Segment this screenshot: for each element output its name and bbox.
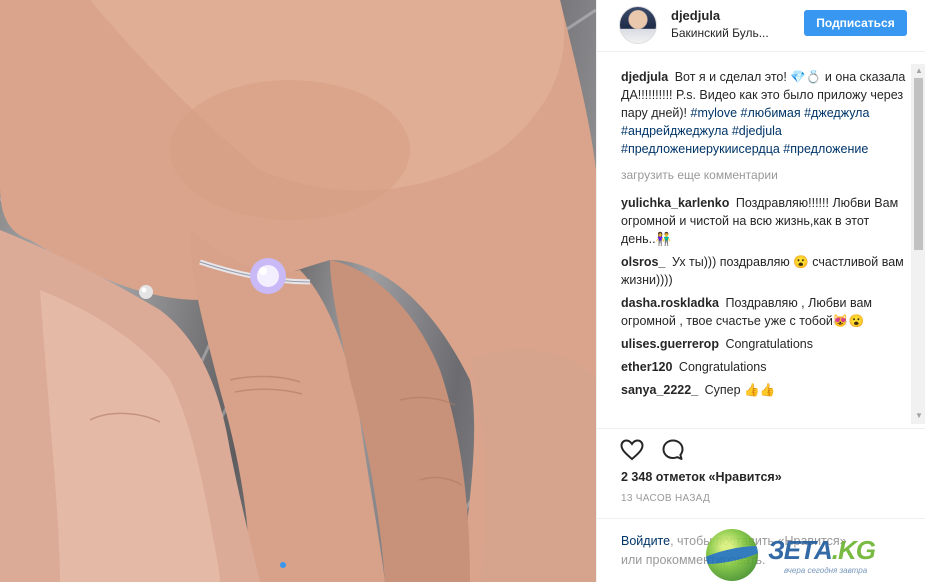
- comment-username[interactable]: sanya_2222_: [621, 383, 698, 397]
- comment-username[interactable]: yulichka_karlenko: [621, 196, 729, 210]
- location-link[interactable]: Бакинский Буль...: [671, 26, 769, 40]
- carousel-indicator: [280, 562, 286, 568]
- comment-text: Congratulations: [725, 337, 813, 351]
- comment-item: ulises.guerrerop Congratulations: [621, 335, 907, 353]
- carousel-dot: [280, 562, 286, 568]
- post-header: djedjula Бакинский Буль... Подписаться: [597, 0, 925, 52]
- hashtag-link[interactable]: #mylove: [691, 106, 738, 120]
- scroll-down-arrow-icon[interactable]: ▼: [915, 411, 923, 420]
- likes-count[interactable]: 2 348 отметок «Нравится»: [621, 470, 782, 484]
- hashtag-link[interactable]: #djedjula: [732, 124, 782, 138]
- watermark-tagline: вчера сегодня завтра: [784, 566, 868, 575]
- comment-item: yulichka_karlenko Поздравляю!!!!!! Любви…: [621, 194, 907, 248]
- load-more-comments-link[interactable]: загрузить еще комментарии: [621, 167, 907, 183]
- hashtag-link[interactable]: #джеджула: [804, 106, 869, 120]
- author-username[interactable]: djedjula: [671, 8, 720, 23]
- comments-scrollbar[interactable]: ▲ ▼: [911, 64, 925, 424]
- post-sidebar: djedjula Бакинский Буль... Подписаться d…: [596, 0, 925, 582]
- post-caption: djedjula Вот я и сделал это! 💎💍 и она ск…: [621, 68, 907, 158]
- hashtag-link[interactable]: #андрейджеджула: [621, 124, 728, 138]
- caption-username[interactable]: djedjula: [621, 70, 668, 84]
- comment-username[interactable]: ether120: [621, 360, 672, 374]
- hashtag-link[interactable]: #любимая: [741, 106, 801, 120]
- comment-item: dasha.roskladka Поздравляю , Любви вам о…: [621, 294, 907, 330]
- post-actions: [597, 428, 925, 468]
- comment-item: ether120 Congratulations: [621, 358, 907, 376]
- watermark-brand-name: ЗЕТА: [768, 535, 833, 565]
- comment-text: Congratulations: [678, 360, 767, 374]
- scrollbar-thumb[interactable]: [914, 78, 923, 250]
- follow-button[interactable]: Подписаться: [804, 10, 907, 36]
- watermark-brand-suffix: .KG: [831, 535, 876, 565]
- comment-username[interactable]: dasha.roskladka: [621, 296, 719, 310]
- comment-username[interactable]: olsros_: [621, 255, 665, 269]
- watermark-brand: ЗЕТА.KG: [768, 535, 876, 566]
- comment-username[interactable]: ulises.guerrerop: [621, 337, 719, 351]
- heart-icon[interactable]: [619, 437, 645, 463]
- globe-logo-icon: [706, 529, 758, 581]
- post-timestamp: 13 ЧАСОВ НАЗАД: [621, 493, 711, 504]
- comment-item: olsros_ Ух ты))) поздравляю 😮 счастливой…: [621, 253, 907, 289]
- comment-bubble-icon[interactable]: [660, 437, 686, 463]
- photo-illustration: [0, 0, 596, 582]
- comments-list[interactable]: djedjula Вот я и сделал это! 💎💍 и она ск…: [597, 68, 911, 428]
- scroll-up-arrow-icon[interactable]: ▲: [915, 66, 923, 75]
- comment-item: sanya_2222_ Супер 👍👍: [621, 381, 907, 399]
- watermark-logo: ЗЕТА.KG вчера сегодня завтра: [706, 527, 925, 582]
- comment-text: Супер 👍👍: [704, 383, 776, 397]
- post-photo[interactable]: [0, 0, 596, 582]
- hashtag-link[interactable]: #предложениерукиисердца: [621, 142, 780, 156]
- hashtag-link[interactable]: #предложение: [783, 142, 868, 156]
- avatar[interactable]: [619, 6, 657, 44]
- login-link[interactable]: Войдите: [621, 534, 670, 548]
